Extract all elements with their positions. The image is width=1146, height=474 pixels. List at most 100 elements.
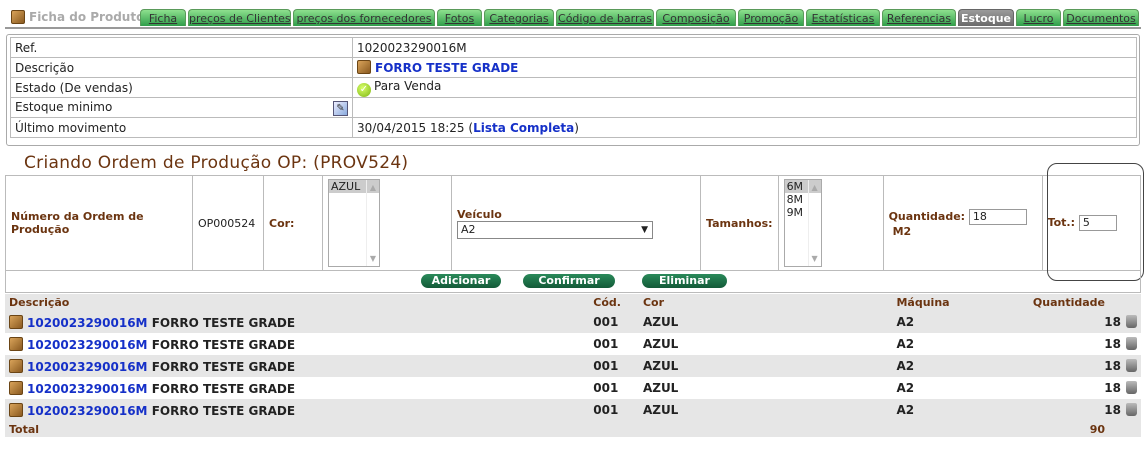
tab-estoque[interactable]: Estoque — [958, 9, 1014, 26]
chevron-down-icon: ▼ — [641, 224, 648, 235]
table-row: 1020023290016M FORRO TESTE GRADE 001 AZU… — [5, 355, 1141, 377]
row-cod: 001 — [589, 377, 639, 399]
ref-value: 1020023290016M — [352, 37, 1137, 58]
tab-home-label: Ficha do Produto — [29, 10, 145, 24]
row-cor: AZUL — [638, 355, 893, 377]
product-name-link[interactable]: FORRO TESTE GRADE — [375, 61, 518, 75]
op-form: Número da Ordem de Produção OP000524 Cor… — [5, 175, 1142, 271]
table-row: 1020023290016M FORRO TESTE GRADE 001 AZU… — [5, 377, 1141, 399]
row-qty: 18 — [1104, 381, 1121, 395]
scroll-down-icon[interactable]: ▼ — [809, 254, 821, 263]
tab-ficha[interactable]: Ficha — [140, 9, 186, 26]
tab-fotos[interactable]: Fotos — [437, 9, 482, 26]
minimo-cell: Estoque minimo ✎ — [10, 97, 353, 118]
product-info-table: Ref. 1020023290016M Descrição FORRO TEST… — [10, 37, 1137, 138]
tab-estatisticas[interactable]: Estatísticas — [806, 9, 880, 26]
check-icon: ✓ — [357, 82, 371, 97]
row-ref-link[interactable]: 1020023290016M — [27, 360, 148, 374]
edit-icon[interactable]: ✎ — [333, 100, 348, 116]
scroll-down-icon[interactable]: ▼ — [367, 254, 379, 263]
header-descricao: Descrição — [5, 294, 590, 311]
tab-ficha-do-produto[interactable]: Ficha do Produto — [11, 7, 144, 27]
trash-icon[interactable] — [1126, 403, 1137, 416]
info-row-minimo: Estoque minimo ✎ — [10, 97, 1137, 118]
veiculo-label: Veículo — [457, 207, 502, 221]
row-maquina: A2 — [892, 377, 1029, 399]
tamanhos-label: Tamanhos: — [700, 175, 779, 271]
row-desc: 1020023290016M FORRO TESTE GRADE — [5, 377, 590, 399]
package-icon — [11, 10, 25, 24]
tamanhos-listbox[interactable]: 6M 8M 9M ▲ ▼ — [783, 179, 822, 267]
numero-value: OP000524 — [192, 175, 264, 271]
row-qty: 18 — [1104, 337, 1121, 351]
row-cod: 001 — [589, 399, 639, 421]
estado-label: Estado (De vendas) — [10, 77, 353, 98]
row-desc: 1020023290016M FORRO TESTE GRADE — [5, 311, 590, 333]
tab-referencias[interactable]: Referencias — [882, 9, 956, 26]
total-value: 90 — [1028, 421, 1141, 437]
trash-icon[interactable] — [1126, 381, 1137, 394]
numero-label: Número da Ordem de Produção — [5, 175, 193, 271]
product-tabs: Ficha do Produto Ficha preços de Cliente… — [5, 6, 1141, 28]
tab-composicao[interactable]: Composição — [656, 9, 736, 26]
tab-categorias[interactable]: Categorias — [484, 9, 554, 26]
estado-value: Para Venda — [374, 78, 442, 93]
row-cor: AZUL — [638, 333, 893, 355]
row-ref-link[interactable]: 1020023290016M — [27, 316, 148, 330]
veiculo-cell: Veículo A2 ▼ — [451, 175, 701, 271]
header-maquina: Máquina — [892, 294, 1029, 311]
scroll-up-icon[interactable]: ▲ — [367, 183, 379, 192]
row-cor: AZUL — [638, 311, 893, 333]
row-name: FORRO TESTE GRADE — [151, 315, 296, 330]
row-cod: 001 — [589, 311, 639, 333]
info-row-ultimo: Último movimento 30/04/2015 18:25 (Lista… — [10, 117, 1137, 138]
tab-codigo-barras[interactable]: Código de barras — [556, 9, 654, 26]
row-cod: 001 — [589, 355, 639, 377]
trash-icon[interactable] — [1126, 315, 1137, 328]
quantidade-cell: Quantidade: 18 M2 — [882, 175, 1043, 271]
tab-precos-clientes[interactable]: preços de Clientes — [188, 9, 291, 26]
tamanhos-cell: 6M 8M 9M ▲ ▼ — [777, 175, 884, 271]
row-ref-link[interactable]: 1020023290016M — [27, 338, 148, 352]
add-button[interactable]: Adicionar — [421, 274, 501, 288]
tab-precos-fornecedores[interactable]: preços dos fornecedores — [293, 9, 435, 26]
remove-button[interactable]: Eliminar — [642, 274, 727, 288]
row-qty: 18 — [1104, 359, 1121, 373]
trash-icon[interactable] — [1126, 337, 1137, 350]
cor-label: Cor: — [263, 175, 323, 271]
lista-completa-link[interactable]: Lista Completa — [473, 121, 574, 135]
row-qty-cell: 18 — [1028, 399, 1141, 421]
confirm-button[interactable]: Confirmar — [523, 274, 615, 288]
cor-listbox[interactable]: AZUL ▲ ▼ — [328, 179, 380, 267]
row-maquina: A2 — [892, 355, 1029, 377]
tamanhos-scrollbar[interactable]: ▲ ▼ — [807, 180, 821, 266]
row-desc: 1020023290016M FORRO TESTE GRADE — [5, 355, 590, 377]
page-title: Criando Ordem de Produção OP: (PROV524) — [24, 153, 409, 173]
row-cor: AZUL — [638, 399, 893, 421]
row-ref-link[interactable]: 1020023290016M — [27, 404, 148, 418]
tab-promocao[interactable]: Promoção — [738, 9, 804, 26]
ultimo-date: 30/04/2015 18:25 — [357, 120, 465, 135]
veiculo-select[interactable]: A2 ▼ — [457, 220, 653, 239]
trash-icon[interactable] — [1126, 359, 1137, 372]
header-quantidade: Quantidade — [1028, 294, 1141, 311]
row-maquina: A2 — [892, 333, 1029, 355]
tab-lucro[interactable]: Lucro — [1016, 9, 1061, 26]
items-table: Descrição Cód. Cor Máquina Quantidade 10… — [5, 294, 1141, 437]
row-ref-link[interactable]: 1020023290016M — [27, 382, 148, 396]
header-cor: Cor — [638, 294, 893, 311]
cor-scrollbar[interactable]: ▲ ▼ — [366, 180, 379, 266]
op-form-row: Número da Ordem de Produção OP000524 Cor… — [5, 175, 1142, 271]
row-maquina: A2 — [892, 399, 1029, 421]
tab-documentos[interactable]: Documentos — [1063, 9, 1139, 26]
row-qty-cell: 18 — [1028, 377, 1141, 399]
product-info-box: Ref. 1020023290016M Descrição FORRO TEST… — [6, 34, 1140, 146]
package-icon — [9, 336, 23, 351]
scroll-up-icon[interactable]: ▲ — [809, 183, 821, 192]
estado-cell: ✓ Para Venda — [352, 77, 1137, 98]
ultimo-close-paren: ) — [574, 120, 579, 135]
row-maquina: A2 — [892, 311, 1029, 333]
row-qty: 18 — [1104, 315, 1121, 329]
row-cor: AZUL — [638, 377, 893, 399]
quantidade-input[interactable]: 18 — [968, 208, 1027, 225]
